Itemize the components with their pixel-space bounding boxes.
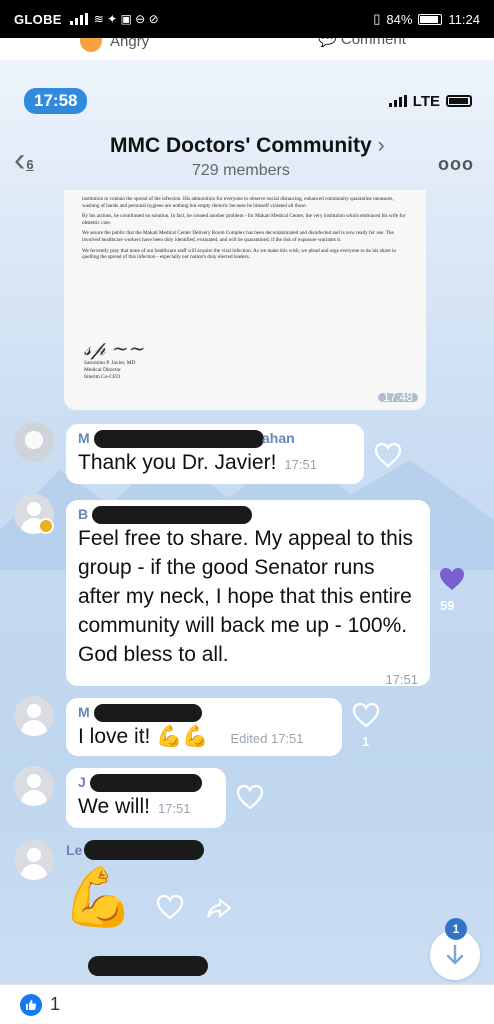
message-text: Thank you Dr. Javier! 17:51	[78, 451, 317, 474]
signal-icon	[69, 13, 88, 25]
message-text: We will! 17:51	[78, 795, 191, 818]
redaction-bar	[94, 704, 202, 722]
redaction-bar	[84, 840, 204, 860]
like-icon	[20, 993, 42, 1016]
battery-icon	[418, 13, 443, 25]
signature-block: 𝓈𝓅 ~~ Saturnino P. Javier, MD Medical Di…	[84, 338, 146, 381]
sender-name: B	[78, 506, 418, 524]
redaction-bar	[88, 956, 208, 976]
flexed-biceps-sticker[interactable]: 💪	[62, 866, 134, 930]
battery-percent: 84%	[386, 11, 413, 27]
letter-paragraph: We fervently pray that none of our healt…	[82, 247, 396, 261]
redaction-bar	[90, 774, 202, 792]
back-button[interactable]: ‹ 6	[14, 141, 34, 179]
heart-icon[interactable]	[156, 894, 184, 920]
avatar[interactable]	[14, 766, 54, 806]
signal-icon	[388, 95, 407, 107]
message-time: 17:51	[157, 801, 191, 816]
comment-icon: 💬	[318, 38, 337, 48]
vibrate-icon: ▯	[373, 11, 381, 26]
message-bubble[interactable]: M I love it! 💪💪 Edited 17:51	[66, 698, 342, 756]
sender-name: M	[78, 704, 330, 722]
sender-name: J	[78, 774, 214, 792]
angry-reaction-button[interactable]: Angry	[80, 38, 149, 52]
more-options-button[interactable]: ooo	[438, 154, 474, 175]
letter-paragraph: By his actions, he contributed no soluti…	[82, 213, 406, 226]
handwritten-signature: 𝓈𝓅 ~~	[84, 336, 146, 360]
fb-reaction-bar: Angry 💬 Comment	[0, 38, 494, 52]
signer-title: Medical Director	[84, 367, 121, 373]
message-bubble[interactable]: B Feel free to share. My appeal to this …	[66, 500, 430, 687]
clock: 11:24	[448, 11, 480, 27]
heart-icon[interactable]	[374, 442, 402, 468]
arrow-down-icon	[446, 944, 464, 965]
network-label: LTE	[412, 92, 440, 110]
like-count: 1	[50, 994, 61, 1014]
scroll-to-bottom-button[interactable]: 1	[430, 918, 480, 980]
signer-name: Saturnino P. Javier, MD	[84, 360, 136, 366]
chevron-left-icon: ‹	[14, 141, 26, 179]
chat-title[interactable]: MMC Doctors' Community ›	[110, 134, 385, 158]
member-count: 729 members	[192, 162, 290, 179]
message-time: Edited 17:51	[230, 731, 304, 746]
avatar[interactable]	[14, 696, 54, 736]
carrier-label: GLOBE	[14, 11, 62, 27]
battery-icon	[446, 95, 472, 107]
message-text: I love it! 💪💪 Edited 17:51	[78, 725, 304, 748]
letter-image[interactable]: institution to contain the spread of the…	[64, 190, 426, 410]
angry-face-icon	[80, 38, 102, 52]
message-bubble[interactable]: J We will! 17:51	[66, 768, 226, 828]
letter-paragraph: We assure the public that the Makati Med…	[82, 230, 394, 243]
like-count: 59	[440, 598, 455, 613]
avatar[interactable]	[14, 840, 54, 880]
chat-header: ‹ 6 MMC Doctors' Community › 729 members …	[0, 122, 494, 188]
phone-time: 17:58	[24, 88, 88, 114]
avatar[interactable]	[14, 422, 54, 462]
comment-button[interactable]: 💬 Comment	[318, 38, 406, 48]
letter-paragraph: institution to contain the spread of the…	[82, 196, 394, 209]
phone-status-bar: 17:58 LTE	[24, 88, 472, 114]
message-time: 17:51	[385, 672, 418, 687]
status-icons: ≋ ✦ ▣ ⊖ ⊘	[93, 12, 159, 26]
like-count: 1	[362, 734, 370, 749]
chat-screenshot: 17:58 LTE ‹ 6 MMC Doctors' Community › 72…	[0, 60, 494, 984]
redaction-bar	[94, 430, 264, 448]
heart-icon[interactable]	[352, 702, 380, 728]
signer-title: Interim Co-CEO	[84, 374, 121, 380]
fb-reaction-summary[interactable]: 1	[0, 984, 494, 1024]
heart-filled-icon[interactable]	[438, 566, 466, 592]
share-icon[interactable]	[206, 896, 232, 920]
sender-name: Le	[66, 842, 83, 858]
redaction-bar	[92, 506, 252, 524]
message-time: 17:48	[377, 392, 418, 403]
heart-icon[interactable]	[236, 784, 264, 810]
device-status-bar: GLOBE ≋ ✦ ▣ ⊖ ⊘ ▯ 84% 11:24	[0, 0, 494, 38]
admin-badge-icon	[38, 518, 54, 534]
unread-badge: 1	[445, 918, 467, 940]
message-time: 17:51	[284, 457, 317, 472]
message-text: Feel free to share. My appeal to this gr…	[78, 527, 414, 666]
chevron-right-icon: ›	[377, 134, 385, 157]
unread-count: 6	[26, 157, 34, 172]
sender-name: M ahan	[78, 430, 295, 448]
message-bubble[interactable]: M ahan Thank you Dr. Javier! 17:51	[66, 424, 364, 484]
